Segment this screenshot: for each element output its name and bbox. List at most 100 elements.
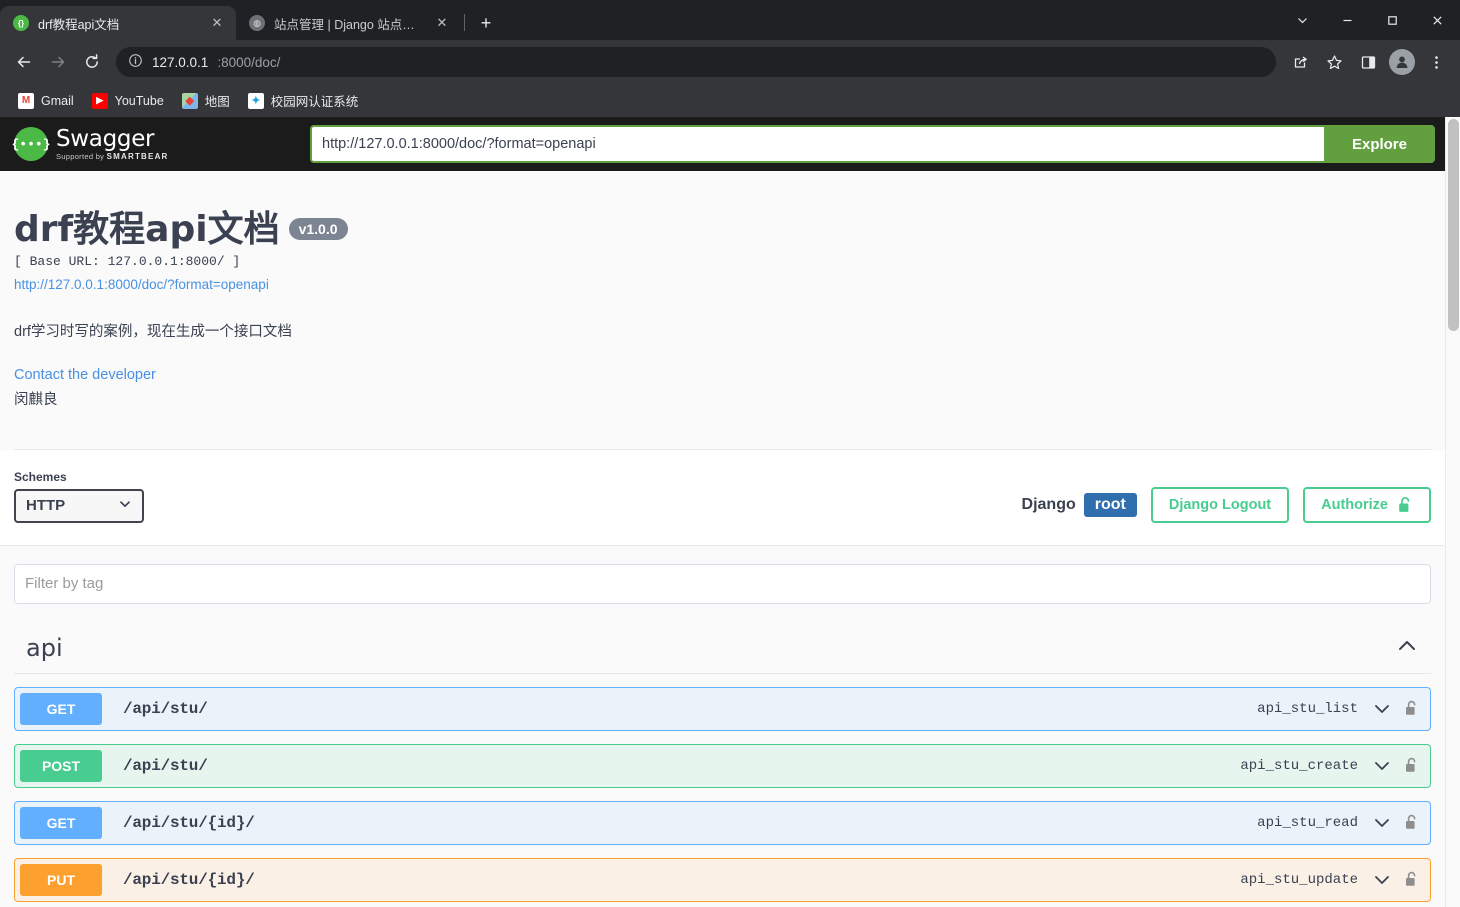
- operation-row[interactable]: GET /api/stu/ api_stu_list: [14, 686, 1431, 731]
- tab-divider: [464, 14, 465, 31]
- operation-id: api_stu_create: [1240, 757, 1358, 774]
- operation-path: /api/stu/: [123, 699, 208, 718]
- contact-developer-link[interactable]: Contact the developer: [14, 367, 1431, 383]
- url-path: :8000/doc/: [217, 54, 281, 70]
- swagger-ui-page: {•••} Swagger Supported by SMARTBEAR htt…: [0, 117, 1445, 907]
- base-url-text: [ Base URL: 127.0.0.1:8000/ ]: [14, 253, 241, 269]
- site-info-icon[interactable]: [128, 53, 143, 71]
- spec-url-input[interactable]: http://127.0.0.1:8000/doc/?format=openap…: [310, 125, 1324, 163]
- swagger-mark-icon: {•••}: [12, 127, 51, 161]
- swagger-supported-by: Supported by SMARTBEAR: [56, 151, 169, 161]
- chevron-down-icon[interactable]: [1372, 756, 1392, 776]
- maximize-icon[interactable]: [1370, 0, 1415, 40]
- tab-close-icon[interactable]: ✕: [433, 14, 451, 32]
- unlocked-padlock-icon[interactable]: [1405, 757, 1419, 774]
- swagger-logo[interactable]: {•••} Swagger Supported by SMARTBEAR: [12, 125, 310, 161]
- browser-tab-inactive[interactable]: ◍ 站点管理 | Django 站点管理员 ✕: [236, 6, 461, 40]
- schemes-select[interactable]: HTTP: [14, 488, 144, 523]
- chevron-down-icon[interactable]: [1372, 870, 1392, 890]
- toolbar-right-icons: [1284, 46, 1452, 78]
- bookmark-youtube[interactable]: ▶ YouTube: [84, 89, 172, 113]
- operation-path: /api/stu/{id}/: [123, 870, 255, 889]
- django-user-info: Django root: [1021, 492, 1137, 517]
- unlocked-padlock-icon[interactable]: [1405, 700, 1419, 717]
- forward-button-icon[interactable]: [42, 46, 74, 78]
- http-method-badge: POST: [20, 749, 102, 782]
- unlocked-padlock-icon: [1398, 496, 1413, 514]
- address-bar[interactable]: 127.0.0.1 :8000/doc/: [116, 47, 1276, 77]
- bookmark-maps[interactable]: ◆ 地图: [174, 87, 238, 114]
- django-logout-label: Django Logout: [1168, 496, 1272, 513]
- tab-title: drf教程api文档: [38, 17, 120, 32]
- tag-header[interactable]: api: [14, 634, 1431, 674]
- share-icon[interactable]: [1284, 46, 1316, 78]
- django-logout-button[interactable]: Django Logout: [1150, 486, 1290, 523]
- authorize-button[interactable]: Authorize: [1303, 486, 1431, 523]
- tag-name: api: [26, 634, 63, 663]
- close-icon[interactable]: [1415, 0, 1460, 40]
- chevron-down-icon[interactable]: [1372, 813, 1392, 833]
- api-info-block: drf教程api文档 v1.0.0 [ Base URL: 127.0.0.1:…: [0, 171, 1445, 450]
- bookmark-label: 校园网认证系统: [270, 95, 359, 109]
- avatar: [1389, 49, 1415, 75]
- django-label: Django: [1021, 495, 1076, 513]
- swagger-topbar: {•••} Swagger Supported by SMARTBEAR htt…: [0, 117, 1445, 171]
- filter-by-tag-input[interactable]: Filter by tag: [14, 563, 1431, 604]
- tab-close-icon[interactable]: ✕: [208, 14, 226, 32]
- scrollbar-thumb[interactable]: [1448, 119, 1459, 331]
- gmail-icon: M: [18, 92, 34, 109]
- explore-button[interactable]: Explore: [1323, 125, 1435, 163]
- side-panel-icon[interactable]: [1352, 46, 1384, 78]
- chevron-up-icon[interactable]: [1395, 634, 1419, 663]
- reload-button-icon[interactable]: [76, 46, 108, 78]
- chevron-down-icon: [118, 497, 132, 515]
- operations-area: Filter by tag api GET /api/stu/ api_stu_…: [0, 545, 1445, 902]
- operation-id: api_stu_update: [1240, 871, 1358, 888]
- minimize-icon[interactable]: [1325, 0, 1370, 40]
- schemes-block: Schemes HTTP: [14, 470, 144, 523]
- operation-row[interactable]: POST /api/stu/ api_stu_create: [14, 743, 1431, 788]
- more-menu-icon[interactable]: [1420, 46, 1452, 78]
- tab-strip: {} drf教程api文档 ✕ ◍ 站点管理 | Django 站点管理员 ✕ …: [0, 0, 1460, 40]
- new-tab-button[interactable]: +: [472, 9, 500, 37]
- http-method-badge: PUT: [20, 863, 102, 896]
- page-viewport: {•••} Swagger Supported by SMARTBEAR htt…: [0, 117, 1460, 907]
- page-scrollbar[interactable]: [1445, 117, 1460, 907]
- operation-path: /api/stu/{id}/: [123, 813, 255, 832]
- swagger-wordmark: Swagger: [56, 125, 155, 152]
- operation-id: api_stu_list: [1257, 700, 1358, 717]
- profile-avatar-icon[interactable]: [1386, 46, 1418, 78]
- url-host: 127.0.0.1: [152, 54, 209, 70]
- campus-net-icon: ✦: [247, 92, 264, 109]
- bookmark-star-icon[interactable]: [1318, 46, 1350, 78]
- bookmark-label: YouTube: [114, 93, 164, 108]
- browser-toolbar: 127.0.0.1 :8000/doc/: [0, 40, 1460, 84]
- http-method-badge: GET: [20, 692, 102, 725]
- bookmark-campus-net[interactable]: ✦ 校园网认证系统: [240, 87, 367, 114]
- unlocked-padlock-icon[interactable]: [1405, 814, 1419, 831]
- tag-section-api: api GET /api/stu/ api_stu_list POST /api…: [14, 634, 1431, 902]
- bookmark-gmail[interactable]: M Gmail: [10, 89, 82, 113]
- youtube-icon: ▶: [91, 92, 108, 109]
- schemes-auth-row: Schemes HTTP Django root Django Logout A…: [0, 449, 1445, 545]
- operation-path: /api/stu/: [123, 756, 208, 775]
- api-description: drf学习时写的案例，现在生成一个接口文档: [14, 323, 292, 340]
- spec-url-link[interactable]: http://127.0.0.1:8000/doc/?format=openap…: [14, 277, 1431, 292]
- operation-row[interactable]: PUT /api/stu/{id}/ api_stu_update: [14, 857, 1431, 902]
- auth-block: Django root Django Logout Authorize: [1021, 486, 1431, 523]
- bookmarks-bar: M Gmail ▶ YouTube ◆ 地图 ✦ 校园网认证系统: [0, 84, 1460, 117]
- window-controls: [1280, 0, 1460, 40]
- explore-bar: http://127.0.0.1:8000/doc/?format=openap…: [310, 125, 1445, 163]
- authorize-label: Authorize: [1321, 496, 1388, 513]
- bookmark-label: Gmail: [41, 93, 74, 108]
- unlocked-padlock-icon[interactable]: [1405, 871, 1419, 888]
- api-title-row: drf教程api文档 v1.0.0: [14, 211, 1431, 249]
- browser-tab-active[interactable]: {} drf教程api文档 ✕: [0, 6, 236, 40]
- username-badge: root: [1083, 492, 1137, 517]
- chevron-down-icon[interactable]: [1372, 699, 1392, 719]
- version-badge: v1.0.0: [288, 218, 348, 240]
- operation-row[interactable]: GET /api/stu/{id}/ api_stu_read: [14, 800, 1431, 845]
- chevron-down-icon[interactable]: [1280, 0, 1325, 40]
- back-button-icon[interactable]: [8, 46, 40, 78]
- schemes-label: Schemes: [14, 469, 67, 484]
